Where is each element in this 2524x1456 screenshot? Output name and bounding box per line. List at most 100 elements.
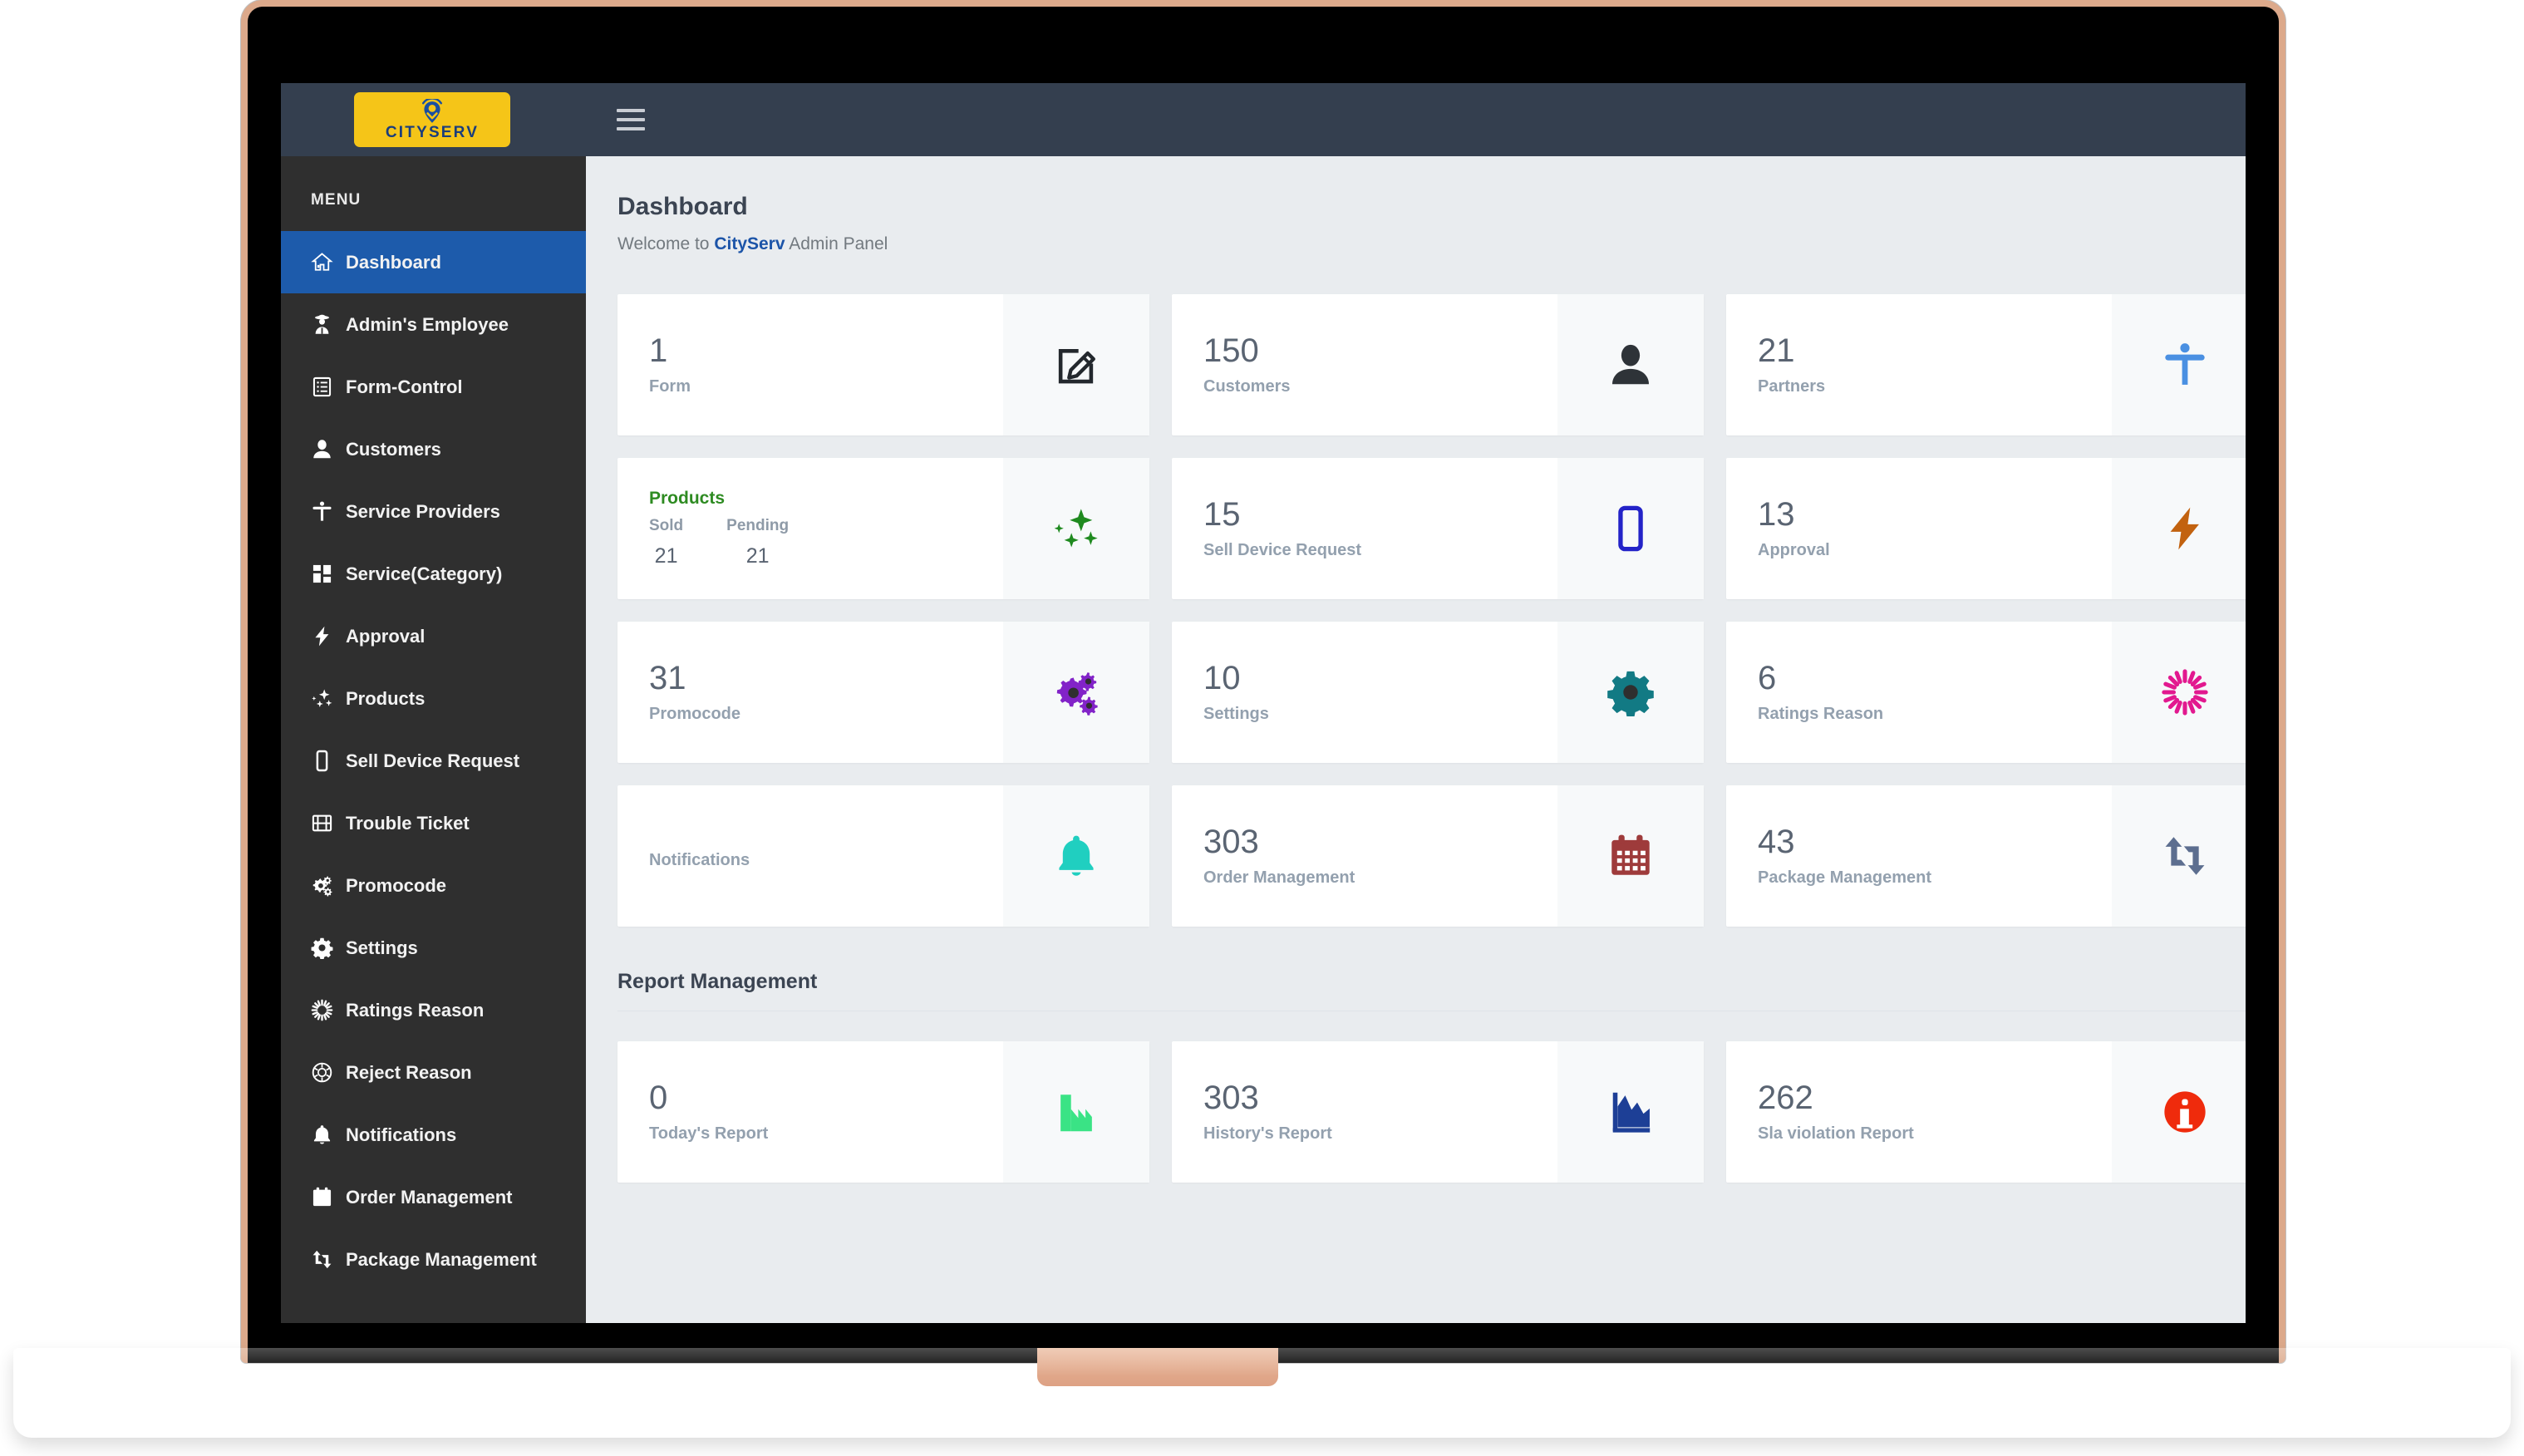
stat-card-body: 262 Sla violation Report bbox=[1726, 1041, 2112, 1183]
stat-card-body: Products Sold 21 Pending 21 bbox=[617, 458, 1003, 599]
hamburger-bar bbox=[617, 109, 645, 112]
accessibility-icon bbox=[311, 500, 346, 523]
stat-card-label: History's Report bbox=[1203, 1124, 1332, 1143]
sidebar-item-label: Products bbox=[346, 687, 426, 709]
stat-card-body: 13 Approval bbox=[1726, 458, 2112, 599]
sidebar-item-admin-s-employee[interactable]: Admin's Employee bbox=[281, 293, 586, 356]
stat-card-form[interactable]: 1 Form bbox=[617, 294, 1149, 435]
stat-card-value: 6 bbox=[1758, 660, 1777, 696]
location-pin-icon bbox=[418, 99, 446, 124]
welcome-suffix: Admin Panel bbox=[785, 234, 888, 253]
sidebar-item-products[interactable]: Products bbox=[281, 667, 586, 730]
stat-card-history-s-report[interactable]: 303 History's Report bbox=[1172, 1041, 1704, 1183]
stat-card-value: 13 bbox=[1758, 496, 1795, 533]
stat-card-customers[interactable]: 150 Customers bbox=[1172, 294, 1704, 435]
stat-card-settings[interactable]: 10 Settings bbox=[1172, 622, 1704, 763]
sidebar-item-label: Customers bbox=[346, 438, 441, 460]
sidebar-item-label: Ratings Reason bbox=[346, 999, 485, 1021]
stat-card-label: Order Management bbox=[1203, 868, 1355, 887]
edit-square-icon bbox=[1003, 294, 1149, 435]
grid-icon bbox=[311, 563, 346, 585]
product-stat-columns: Sold 21 Pending 21 bbox=[649, 517, 1003, 568]
laptop-mockup: CITYSERV MENU Dashboard Admin's Employee F… bbox=[0, 0, 2524, 1456]
stat-card-body: Notifications bbox=[617, 785, 1003, 927]
stat-card-promocode[interactable]: 31 Promocode bbox=[617, 622, 1149, 763]
cogs-icon bbox=[1003, 622, 1149, 763]
sidebar-item-label: Dashboard bbox=[346, 251, 441, 273]
product-stat-pending: Pending 21 bbox=[726, 517, 789, 568]
stat-card-products[interactable]: Products Sold 21 Pending 21 bbox=[617, 458, 1149, 599]
sidebar-item-reject-reason[interactable]: Reject Reason bbox=[281, 1041, 586, 1104]
stat-card-body: 21 Partners bbox=[1726, 294, 2112, 435]
calendar-icon bbox=[311, 1186, 346, 1208]
sidebar-item-settings[interactable]: Settings bbox=[281, 917, 586, 979]
sidebar-item-dashboard[interactable]: Dashboard bbox=[281, 231, 586, 293]
sidebar-item-label: Settings bbox=[346, 937, 418, 958]
sidebar-item-label: Reject Reason bbox=[346, 1061, 472, 1083]
stat-card-ratings-reason[interactable]: 6 Ratings Reason bbox=[1726, 622, 2246, 763]
stat-card-label: Customers bbox=[1203, 377, 1291, 396]
stat-card-notifications[interactable]: Notifications bbox=[617, 785, 1149, 927]
sidebar-item-order-management[interactable]: Order Management bbox=[281, 1166, 586, 1228]
stat-card-label: Promocode bbox=[649, 705, 741, 723]
aperture-icon bbox=[311, 1061, 346, 1084]
browser-viewport: CITYSERV MENU Dashboard Admin's Employee F… bbox=[281, 83, 2246, 1323]
stat-card-value: 262 bbox=[1758, 1080, 1813, 1116]
calendar-icon bbox=[1557, 785, 1704, 927]
sidebar-item-customers[interactable]: Customers bbox=[281, 418, 586, 480]
welcome-text: Welcome to CityServ Admin Panel bbox=[617, 234, 2246, 254]
sidebar-item-label: Order Management bbox=[346, 1186, 513, 1208]
sidebar-item-label: Service Providers bbox=[346, 500, 500, 522]
stat-card-partners[interactable]: 21 Partners bbox=[1726, 294, 2246, 435]
sidebar-item-service-providers[interactable]: Service Providers bbox=[281, 480, 586, 543]
accessibility-icon bbox=[2112, 294, 2246, 435]
sidebar-item-promocode[interactable]: Promocode bbox=[281, 854, 586, 917]
stat-card-label: Package Management bbox=[1758, 868, 1931, 887]
sidebar-menu-heading: MENU bbox=[311, 191, 362, 209]
stat-card-value: 10 bbox=[1203, 660, 1241, 696]
hamburger-bar bbox=[617, 118, 645, 121]
stat-card-approval[interactable]: 13 Approval bbox=[1726, 458, 2246, 599]
mobile-icon bbox=[311, 750, 346, 772]
product-stat-head: Pending bbox=[726, 517, 790, 534]
area-chart-icon bbox=[1557, 1041, 1704, 1183]
stat-card-sla-violation-report[interactable]: 262 Sla violation Report bbox=[1726, 1041, 2246, 1183]
sidebar-item-sell-device-request[interactable]: Sell Device Request bbox=[281, 730, 586, 792]
brand-wordmark: CITYSERV bbox=[385, 124, 480, 141]
stat-card-label: Today's Report bbox=[649, 1124, 769, 1143]
sidebar-item-trouble-ticket[interactable]: Trouble Ticket bbox=[281, 792, 586, 854]
sidebar-item-service-category[interactable]: Service(Category) bbox=[281, 543, 586, 605]
stat-card-label: Sla violation Report bbox=[1758, 1124, 1914, 1143]
cityserv-logo[interactable]: CITYSERV bbox=[354, 92, 510, 147]
sidebar-item-approval[interactable]: Approval bbox=[281, 605, 586, 667]
sidebar-item-notifications[interactable]: Notifications bbox=[281, 1104, 586, 1166]
sidebar-item-label: Package Management bbox=[346, 1248, 537, 1270]
user-icon bbox=[311, 438, 346, 460]
sidebar-item-list: Dashboard Admin's Employee Form-Control Cus… bbox=[281, 231, 586, 1291]
hamburger-menu-icon[interactable] bbox=[617, 109, 645, 130]
sidebar-item-label: Service(Category) bbox=[346, 563, 503, 584]
product-stat-head: Sold bbox=[649, 517, 684, 534]
stat-card-title: Products bbox=[649, 489, 726, 508]
stat-card-label: Ratings Reason bbox=[1758, 705, 1884, 723]
report-section-title: Report Management bbox=[617, 970, 2246, 1011]
sidebar-item-package-management[interactable]: Package Management bbox=[281, 1228, 586, 1291]
stat-card-order-management[interactable]: 303 Order Management bbox=[1172, 785, 1704, 927]
sidebar-item-label: Admin's Employee bbox=[346, 313, 509, 335]
stat-card-today-s-report[interactable]: 0 Today's Report bbox=[617, 1041, 1149, 1183]
sidebar-item-label: Sell Device Request bbox=[346, 750, 520, 771]
stat-card-value: 150 bbox=[1203, 332, 1259, 369]
stat-card-sell-device-request[interactable]: 15 Sell Device Request bbox=[1172, 458, 1704, 599]
sidebar-item-form-control[interactable]: Form-Control bbox=[281, 356, 586, 418]
stat-card-label: Sell Device Request bbox=[1203, 541, 1362, 559]
stat-card-value: 21 bbox=[1758, 332, 1795, 369]
sidebar-item-ratings-reason[interactable]: Ratings Reason bbox=[281, 979, 586, 1041]
info-circle-icon bbox=[2112, 1041, 2246, 1183]
product-stat-value: 21 bbox=[745, 544, 770, 568]
stat-card-value: 43 bbox=[1758, 824, 1795, 860]
laptop-base-sheen bbox=[13, 1348, 2511, 1376]
sidebar-navigation: MENU Dashboard Admin's Employee Form-Contr… bbox=[281, 156, 586, 1323]
welcome-prefix: Welcome to bbox=[617, 234, 715, 253]
stat-card-package-management[interactable]: 43 Package Management bbox=[1726, 785, 2246, 927]
sidebar-item-label: Form-Control bbox=[346, 376, 463, 397]
